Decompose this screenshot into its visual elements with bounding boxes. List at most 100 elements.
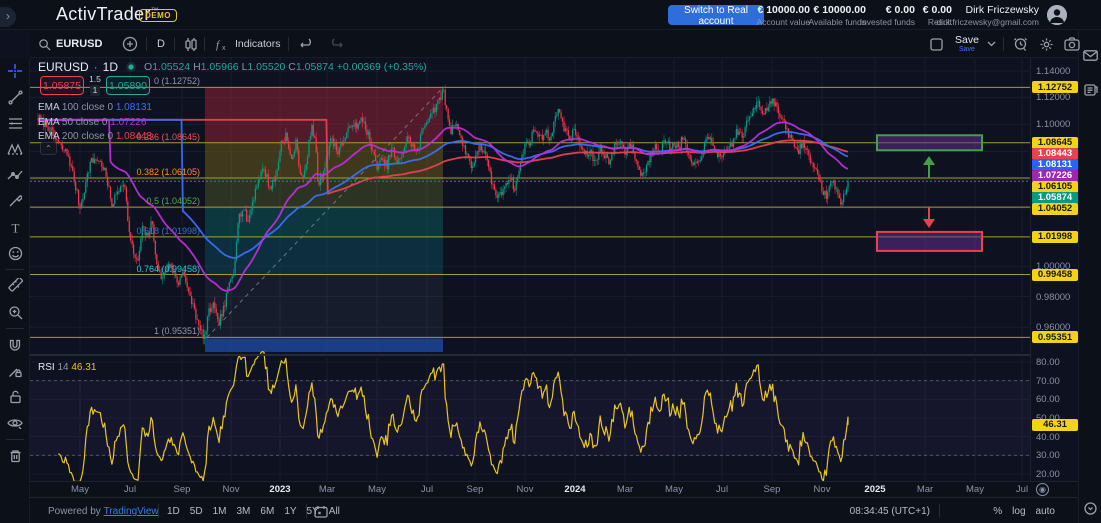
alert-button[interactable] <box>1013 30 1028 58</box>
rsi-value: 46.31 <box>71 362 96 373</box>
collapse-legend-button[interactable]: ⌃ <box>40 142 57 155</box>
price-label[interactable]: 1.07226 <box>1032 170 1078 182</box>
time-tick: 2025 <box>864 484 885 495</box>
time-tick: Jul <box>124 484 136 495</box>
price-label[interactable]: 1.06105 <box>1032 181 1078 193</box>
range-button-6m[interactable]: 6M <box>255 506 279 517</box>
account-stat: € 10000.00Account value <box>757 4 810 27</box>
price-label[interactable]: 1.01998 <box>1032 231 1078 243</box>
emoji-tool[interactable] <box>0 240 30 266</box>
zoom-in-tool[interactable] <box>0 299 30 325</box>
time-tick: Nov <box>517 484 534 495</box>
goto-date-button[interactable] <box>314 498 328 523</box>
time-tick: Mar <box>319 484 335 495</box>
fib-retracement-tool[interactable] <box>0 110 30 136</box>
scroll-to-latest-button[interactable]: ◉ <box>1036 483 1049 496</box>
rsi-period: 14 <box>57 362 68 373</box>
pattern-tool[interactable] <box>0 136 30 162</box>
fib-level-label: 0.382 (1.06105) <box>110 167 200 177</box>
forecast-tool[interactable] <box>0 162 30 188</box>
time-tick: Nov <box>814 484 831 495</box>
ema-legend-row[interactable]: EMA 50 close 0 1.07226 <box>38 117 146 128</box>
scale-button-auto[interactable]: auto <box>1031 506 1060 517</box>
user-info[interactable]: Dirk Friczewsky dirk.friczewsky@gmail.co… <box>936 4 1039 27</box>
range-button-3m[interactable]: 3M <box>232 506 256 517</box>
range-button-1m[interactable]: 1M <box>208 506 232 517</box>
sell-button[interactable]: 1.05875 <box>40 76 84 95</box>
range-button-1y[interactable]: 1Y <box>279 506 301 517</box>
remove-drawings-tool[interactable] <box>0 443 30 469</box>
header-bar: › ActivTrader™ DEMO Switch to Real accou… <box>0 0 1101 30</box>
measure-tool[interactable] <box>0 273 30 299</box>
symbol-label: EURUSD <box>56 38 102 50</box>
rsi-tick: 80.00 <box>1036 357 1060 368</box>
drawing-lock-tool[interactable] <box>0 358 30 384</box>
price-label[interactable]: 1.12752 <box>1032 81 1078 93</box>
undo-icon <box>300 38 315 50</box>
price-label[interactable]: 0.99458 <box>1032 269 1078 281</box>
rsi-legend[interactable]: RSI 14 46.31 <box>38 362 96 373</box>
range-button-5d[interactable]: 5D <box>185 506 208 517</box>
timeframe-button[interactable]: D <box>157 30 165 58</box>
legend-symbol: EURUSD <box>38 60 89 74</box>
hide-drawings-tool[interactable] <box>0 410 30 436</box>
time-tick: Nov <box>223 484 240 495</box>
ema-legend-row[interactable]: EMA 100 close 0 1.08131 <box>38 102 152 113</box>
price-label[interactable]: 1.04052 <box>1032 203 1078 215</box>
trendline-tool[interactable] <box>0 84 30 110</box>
crosshair-tool[interactable] <box>0 58 30 84</box>
news-button[interactable] <box>1079 76 1101 102</box>
expand-sidebar-button[interactable]: › <box>0 7 16 27</box>
fib-level-label: 0.764 (0.99458) <box>110 264 200 274</box>
avatar[interactable] <box>1047 5 1067 25</box>
price-label[interactable]: 0.95351 <box>1032 331 1078 343</box>
symbol-search[interactable]: EURUSD <box>38 30 102 58</box>
price-axis[interactable]: 1.140001.120001.100001.000000.980000.960… <box>1030 58 1078 497</box>
demo-badge: DEMO <box>139 9 177 22</box>
chevron-circle-icon <box>1084 502 1097 515</box>
collapse-panel-button[interactable] <box>1079 495 1101 521</box>
time-tick: May <box>368 484 386 495</box>
open-value: 1.05524 <box>152 61 190 73</box>
messages-button[interactable] <box>1079 42 1101 68</box>
time-tick: 2023 <box>269 484 290 495</box>
gear-icon <box>1039 37 1054 52</box>
screenshot-button[interactable] <box>1064 30 1080 58</box>
indicators-label: Indicators <box>235 38 281 50</box>
bid-ask-widget: 1.05875 1.51 1.05890 <box>40 74 150 96</box>
add-symbol-button[interactable] <box>122 30 138 58</box>
switch-to-real-account-button[interactable]: Switch to Real account <box>668 5 764 25</box>
time-tick: May <box>71 484 89 495</box>
indicators-button[interactable]: fx Indicators <box>215 30 281 58</box>
brush-tool[interactable] <box>0 188 30 214</box>
magnet-tool[interactable] <box>0 332 30 358</box>
layout-select-checkbox[interactable] <box>930 30 943 58</box>
undo-button[interactable] <box>300 30 315 58</box>
price-tick: 0.98000 <box>1036 292 1070 303</box>
bottom-bar: Powered by TradingView 1D5D1M3M6M1Y5YAll… <box>30 497 1078 523</box>
scale-button-log[interactable]: log <box>1007 506 1030 517</box>
account-stat-label: Account value <box>757 17 810 27</box>
scale-button-%[interactable]: % <box>988 506 1007 517</box>
range-button-1d[interactable]: 1D <box>162 506 185 517</box>
clock[interactable]: 08:34:45 (UTC+1) <box>850 498 930 523</box>
price-label[interactable]: 1.08645 <box>1032 137 1078 149</box>
close-value: 1.05874 <box>296 61 334 73</box>
price-label[interactable]: 1.08443 <box>1032 148 1078 160</box>
tradingview-link[interactable]: TradingView <box>104 506 159 517</box>
redo-button[interactable] <box>328 30 343 58</box>
text-tool[interactable]: T <box>0 214 30 240</box>
time-axis[interactable]: MayJulSepNov2023MarMayJulSepNov2024MarMa… <box>30 481 1078 497</box>
save-menu-button[interactable] <box>987 30 996 58</box>
buy-button[interactable]: 1.05890 <box>106 76 150 95</box>
time-tick: May <box>966 484 984 495</box>
price-label[interactable]: 1.08131 <box>1032 159 1078 171</box>
ema-legend-row[interactable]: EMA 200 close 0 1.08443 <box>38 131 152 142</box>
chart-legend[interactable]: EURUSD · 1D O1.05524 H1.05966 L1.05520 C… <box>38 60 427 74</box>
chart-style-button[interactable] <box>184 30 198 58</box>
powered-by: Powered by TradingView <box>48 498 159 523</box>
save-layout-button[interactable]: SaveSave <box>955 30 979 58</box>
lock-tool[interactable] <box>0 384 30 410</box>
price-label[interactable]: 1.05874 <box>1032 192 1078 204</box>
settings-button[interactable] <box>1039 30 1054 58</box>
